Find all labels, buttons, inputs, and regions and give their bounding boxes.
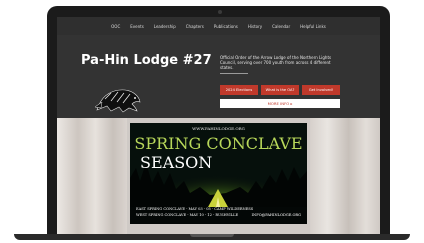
poster-title-line1: SPRING CONCLAVE [134, 134, 303, 153]
poster-title-line2: SEASON [140, 153, 213, 172]
intro-divider [220, 73, 248, 74]
poster-west-conclave: WEST SPRING CONCLAVE - MAY 10 - 12 - RUS… [136, 213, 239, 217]
hero-banner: WWW.PAHINLODGE.ORG SPRING CONCLAVE SEASO… [57, 118, 380, 239]
elections-button[interactable]: 2024 Elections [220, 85, 258, 95]
browser-screen: OOC Events Leadership Chapters Publicati… [57, 17, 380, 239]
top-navigation: OOC Events Leadership Chapters Publicati… [57, 17, 380, 35]
nav-item-history[interactable]: History [248, 24, 262, 29]
what-is-oa-button[interactable]: What is the OA? [261, 85, 299, 95]
nav-item-calendar[interactable]: Calendar [272, 24, 290, 29]
webcam [218, 10, 222, 14]
poster-email: INFO@PAHINLODGE.ORG [251, 213, 301, 217]
nav-item-publications[interactable]: Publications [214, 24, 238, 29]
poster-east-conclave: EAST SPRING CONCLAVE - MAY 03 - 05 - CAM… [136, 207, 254, 211]
laptop-notch [190, 234, 234, 237]
spring-conclave-poster[interactable]: WWW.PAHINLODGE.ORG SPRING CONCLAVE SEASO… [130, 123, 307, 224]
nav-item-helpful-links[interactable]: Helpful Links [300, 24, 326, 29]
nav-item-ooc[interactable]: OOC [111, 24, 120, 29]
nav-item-events[interactable]: Events [130, 24, 144, 29]
poster-url: WWW.PAHINLODGE.ORG [192, 126, 245, 131]
nav-item-chapters[interactable]: Chapters [186, 24, 204, 29]
curtain-right [310, 118, 380, 239]
action-buttons: 2024 Elections What is the OA? Get Invol… [220, 85, 340, 95]
get-involved-button[interactable]: Get Involved! [302, 85, 340, 95]
lodge-logo-icon [94, 89, 141, 113]
site-title[interactable]: Pa-Hin Lodge #27 [81, 53, 212, 68]
nav-item-leadership[interactable]: Leadership [154, 24, 176, 29]
intro-text: Official Order of the Arrow Lodge of the… [220, 55, 332, 70]
curtain-left [57, 118, 127, 239]
more-info-button[interactable]: MORE INFO ▸ [220, 99, 340, 108]
